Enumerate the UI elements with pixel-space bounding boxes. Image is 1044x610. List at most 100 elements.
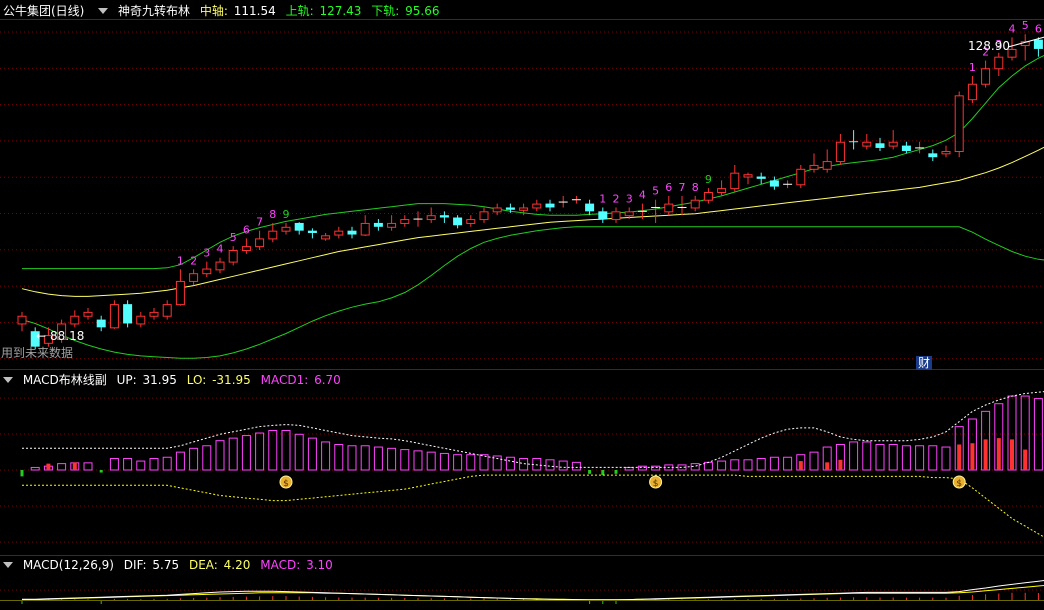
candle-up xyxy=(202,268,212,275)
candle-up xyxy=(360,222,370,236)
candle-down xyxy=(928,153,938,158)
dropdown-icon[interactable] xyxy=(3,377,13,383)
dropdown-icon[interactable] xyxy=(3,562,13,568)
macd-boll-bar xyxy=(136,460,146,471)
candle-up xyxy=(255,238,265,248)
macd-boll-header: MACD布林线副 UP: 31.95 LO: -31.95 MACD1: 6.7… xyxy=(0,372,347,388)
nine-turn-count: 1 xyxy=(969,61,976,74)
macd-boll-bar xyxy=(519,458,529,471)
up-label: 上轨: xyxy=(285,4,314,18)
macd-boll-inner-bar xyxy=(1010,439,1014,470)
macd-boll-bar xyxy=(862,441,872,471)
macd-boll-bar xyxy=(268,429,278,471)
macd-boll-bar xyxy=(651,465,661,471)
dropdown-icon[interactable] xyxy=(98,8,109,14)
macd-boll-bar-negative xyxy=(601,470,605,476)
candle-up xyxy=(17,315,27,325)
macd-boll-bar xyxy=(558,460,568,471)
candle-up xyxy=(703,192,713,201)
macd-boll-bar xyxy=(175,451,185,471)
candle-up xyxy=(466,219,476,224)
nine-turn-count: 4 xyxy=(639,189,646,202)
nine-turn-count: 4 xyxy=(217,243,224,256)
macd-boll-inner-bar xyxy=(72,462,77,470)
candle-up xyxy=(175,280,185,306)
macd-boll-inner-bar xyxy=(825,462,830,470)
macd-boll-bar-negative xyxy=(20,470,24,477)
dea-value: 4.20 xyxy=(223,558,251,572)
macd-boll-bar xyxy=(505,456,515,471)
macd-boll-bar xyxy=(57,463,67,471)
grid-lines xyxy=(0,19,1044,591)
stock-name: 公牛集团(日线) xyxy=(3,4,85,18)
nine-turn-count: 8 xyxy=(269,208,276,221)
candle-up xyxy=(492,207,502,213)
lo-value: -31.95 xyxy=(212,373,251,387)
nine-turn-count: 1 xyxy=(599,192,606,205)
macd-boll-bar xyxy=(373,446,383,471)
candle-down xyxy=(769,180,779,187)
macd-boll-bar xyxy=(928,445,938,471)
candle-up xyxy=(981,68,991,85)
macd-boll-inner-bar xyxy=(996,438,1001,470)
candle-down xyxy=(307,230,317,233)
macd1-value: 6.70 xyxy=(314,373,341,387)
macd-boll-inner-bar xyxy=(838,459,843,470)
dif-label: DIF: xyxy=(123,558,147,572)
macd-boll-bar xyxy=(532,458,542,471)
lower-band-line xyxy=(21,226,1044,359)
candle-down xyxy=(875,143,885,148)
candle-down xyxy=(96,319,106,328)
candle-up xyxy=(717,188,727,193)
finance-badge[interactable]: 财 xyxy=(916,356,933,370)
candle-up xyxy=(690,199,700,209)
future-data-note: 用到未来数据 xyxy=(1,346,74,360)
candle-up xyxy=(519,207,529,211)
macd-boll-bar xyxy=(637,465,647,471)
nine-turn-count: 2 xyxy=(613,192,620,205)
macd-boll-bar xyxy=(849,441,859,471)
candle-down xyxy=(756,176,766,179)
indicator-name: 神奇九转布林 xyxy=(118,4,191,18)
candle-up xyxy=(611,211,621,221)
candle-up xyxy=(809,164,819,170)
nine-turn-count: 5 xyxy=(230,231,237,244)
candle-up xyxy=(532,203,542,209)
macd-boll-inner-bar xyxy=(983,439,988,470)
macd-boll-lo-line xyxy=(22,474,1044,538)
candle-up xyxy=(268,230,278,240)
low-price-mark: 88.18 xyxy=(50,329,85,343)
macd-boll-bar xyxy=(941,446,951,471)
nine-turn-count: 1 xyxy=(177,254,184,267)
macd-boll-bar xyxy=(400,449,410,471)
lo-label: 下轨: xyxy=(371,4,400,18)
candle-up xyxy=(334,230,344,236)
nine-turn-count: 5 xyxy=(1022,19,1029,32)
macd-boll-bar xyxy=(30,466,40,471)
macd-boll-bar xyxy=(888,444,898,471)
candle-down xyxy=(347,230,357,235)
nine-turn-count: 7 xyxy=(256,216,263,229)
money-bag-glyph: $ xyxy=(283,479,289,489)
macd-boll-bar xyxy=(387,447,397,471)
candle-up xyxy=(479,211,489,221)
macd-boll-inner-bar xyxy=(970,443,975,470)
macd-boll-bar xyxy=(703,461,713,471)
candle-down xyxy=(1033,39,1043,49)
bollinger-bands xyxy=(21,55,1044,359)
candle-down xyxy=(123,304,133,324)
candle-up xyxy=(888,141,898,147)
macd-boll-bar xyxy=(571,461,581,471)
nine-turn-count: 3 xyxy=(203,247,210,260)
candle-up xyxy=(743,174,753,178)
nine-turn-count: 6 xyxy=(1035,22,1042,35)
candle-up xyxy=(994,56,1004,70)
candle-up xyxy=(228,250,238,263)
dif-line xyxy=(22,580,1044,601)
macd-boll-bar xyxy=(228,437,238,471)
macd-boll-bar xyxy=(743,459,753,471)
candle-up xyxy=(967,83,977,101)
candle-down xyxy=(545,203,555,208)
macd-boll-bar xyxy=(809,451,819,471)
candle-up xyxy=(215,261,225,271)
